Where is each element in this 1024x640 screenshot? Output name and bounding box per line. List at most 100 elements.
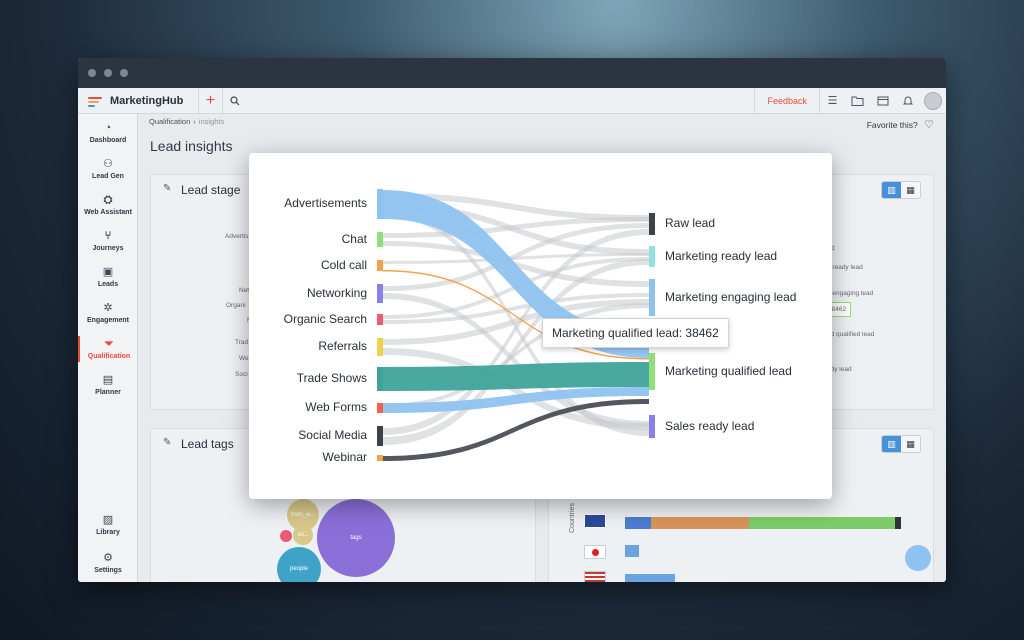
- sankey-target-node[interactable]: [649, 279, 655, 316]
- window-dot[interactable]: [88, 69, 96, 77]
- bell-icon[interactable]: [895, 88, 920, 114]
- sidebar-item-label: Web Assistant: [84, 209, 132, 216]
- app-logo[interactable]: MarketingHub: [78, 95, 198, 107]
- card-title: Lead stage: [181, 183, 241, 197]
- card-title: Lead tags: [181, 437, 234, 451]
- favorite-toggle[interactable]: Favorite this? ♡: [867, 118, 934, 131]
- chat-icon[interactable]: [905, 545, 931, 571]
- sidebar-item-dashboard[interactable]: ◔ Dashboard: [78, 122, 138, 144]
- sankey-source-label: Referrals: [318, 339, 367, 353]
- table-view-icon[interactable]: ▦: [901, 436, 920, 452]
- sankey-source-label: Advertisements: [284, 196, 367, 210]
- view-toggle[interactable]: ▥ ▦: [881, 435, 921, 453]
- tag-bubble[interactable]: people: [277, 547, 321, 582]
- tag-bubble[interactable]: tags: [317, 499, 395, 577]
- sidebar-item-leads[interactable]: ▣ Leads: [78, 266, 138, 288]
- tag-bubble[interactable]: so...: [293, 525, 313, 545]
- sidebar-item-label: Planner: [95, 389, 121, 396]
- bar-segment[interactable]: [625, 545, 639, 557]
- tag-bubble[interactable]: [280, 530, 292, 542]
- sankey-tooltip: Marketing qualified lead: 38462: [542, 318, 729, 348]
- list-icon[interactable]: ☰: [820, 88, 845, 114]
- sankey-source-node[interactable]: [377, 232, 383, 247]
- sankey-source-node[interactable]: [377, 403, 383, 413]
- sankey-target-label: Sales ready lead: [665, 418, 755, 433]
- sankey-source-label: Networking: [306, 285, 367, 300]
- app-name: MarketingHub: [110, 94, 184, 107]
- filter-icon: ⏷: [104, 338, 114, 350]
- sidebar-item-web-assistant[interactable]: ⛭ Web Assistant: [78, 194, 138, 216]
- sidebar-item-library[interactable]: ▨ Library: [78, 514, 138, 536]
- logo-icon: [88, 95, 104, 107]
- search-icon[interactable]: [222, 87, 246, 114]
- window-dot[interactable]: [120, 69, 128, 77]
- sidebar-item-engagement[interactable]: ✲ Engagement: [78, 302, 138, 324]
- ghost-label: ed qualified lead: [827, 331, 875, 338]
- sankey-source-label: Social Media: [298, 428, 367, 442]
- web-assistant-icon: ⛭: [103, 194, 113, 206]
- sankey-source-node[interactable]: [377, 426, 383, 446]
- feedback-button[interactable]: Feedback: [754, 87, 820, 114]
- table-view-icon[interactable]: ▦: [901, 182, 920, 198]
- pin-icon[interactable]: ✎: [163, 183, 171, 194]
- sidebar-item-planner[interactable]: ▤ Planner: [78, 374, 138, 396]
- sankey-target-label: Marketing qualified lead: [665, 363, 792, 378]
- sankey-target-label: Marketing ready lead: [665, 248, 778, 263]
- sankey-source-node[interactable]: [377, 455, 383, 461]
- sidebar-item-label: Qualification: [87, 353, 131, 360]
- heart-icon[interactable]: ♡: [924, 119, 934, 131]
- avatar[interactable]: [924, 91, 942, 110]
- folder-icon[interactable]: [845, 88, 870, 114]
- sidebar-item-lead-gen[interactable]: ⚇ Lead Gen: [78, 158, 138, 180]
- sankey-source-label: Trade Shows: [296, 371, 367, 385]
- ghost-label: Soci: [235, 371, 248, 378]
- view-toggle[interactable]: ▥ ▦: [881, 181, 921, 199]
- japan-flag-icon: [584, 545, 606, 559]
- ghost-label: g engaging lead: [827, 290, 874, 297]
- sankey-source-node[interactable]: [377, 189, 383, 219]
- breadcrumb-parent[interactable]: Qualification: [149, 117, 190, 126]
- sankey-target-node[interactable]: [649, 353, 655, 390]
- uk-flag-icon: [584, 514, 606, 528]
- sankey-source-label: Webinar: [322, 450, 367, 464]
- sankey-target-node[interactable]: [649, 415, 655, 438]
- journeys-icon: ⑂: [104, 230, 112, 242]
- lead-gen-icon: ⚇: [103, 158, 113, 170]
- bar-segment[interactable]: [749, 517, 895, 529]
- sankey-source-label: Chat: [341, 231, 367, 246]
- sankey-target-label: Raw lead: [665, 216, 716, 230]
- sankey-target-node[interactable]: [649, 213, 655, 235]
- sankey-source-node[interactable]: [377, 338, 383, 356]
- engagement-icon: ✲: [103, 302, 113, 314]
- add-button[interactable]: +: [198, 87, 222, 114]
- chart-view-icon[interactable]: ▥: [882, 182, 901, 198]
- pin-icon[interactable]: ✎: [163, 437, 171, 448]
- bar-segment[interactable]: [895, 517, 901, 529]
- chart-view-icon[interactable]: ▥: [882, 436, 901, 452]
- sankey-target-label: Marketing engaging lead: [665, 289, 797, 304]
- sankey-flow-trade-shows[interactable]: [383, 362, 649, 391]
- window-dot[interactable]: [104, 69, 112, 77]
- breadcrumb: Qualification › insights: [149, 117, 224, 126]
- sankey-source-node[interactable]: [377, 284, 383, 303]
- sidebar-item-label: Lead Gen: [92, 173, 124, 180]
- sidebar-item-label: Library: [96, 529, 120, 536]
- sankey-source-node[interactable]: [377, 314, 383, 325]
- chevron-right-icon: ›: [193, 117, 196, 126]
- bar-segment[interactable]: [625, 517, 651, 529]
- sankey-source-label: Web Forms: [305, 400, 367, 414]
- sankey-source-node[interactable]: [377, 260, 383, 271]
- settings-icon: ⚙: [103, 552, 113, 564]
- sidebar-item-journeys[interactable]: ⑂ Journeys: [78, 230, 138, 252]
- breadcrumb-current: insights: [198, 117, 225, 126]
- sidebar-item-qualification[interactable]: ⏷ Qualification: [78, 336, 138, 362]
- bar-segment[interactable]: [651, 517, 749, 529]
- sidebar-item-settings[interactable]: ⚙ Settings: [78, 552, 138, 574]
- sankey-target-node[interactable]: [649, 246, 655, 267]
- favorite-label: Favorite this?: [866, 120, 918, 130]
- calendar-icon[interactable]: [870, 88, 895, 114]
- bar-segment[interactable]: [625, 574, 675, 582]
- sankey-source-node[interactable]: [377, 367, 383, 391]
- sankey-source-label: Cold call: [320, 257, 367, 272]
- page-title: Lead insights: [150, 138, 233, 154]
